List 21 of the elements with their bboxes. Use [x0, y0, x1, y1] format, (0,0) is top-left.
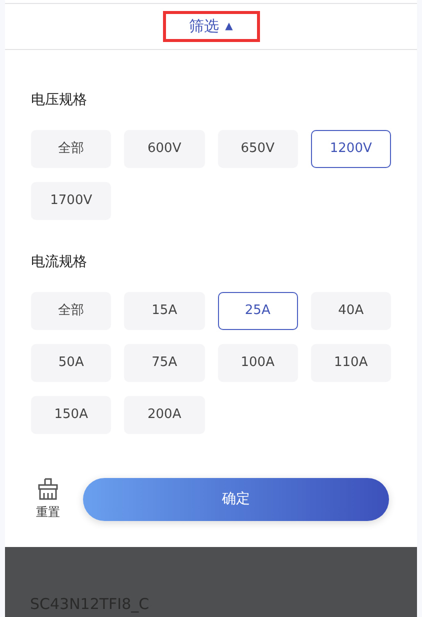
option-chip[interactable]: 25A: [218, 292, 298, 330]
option-chip[interactable]: 全部: [31, 130, 112, 168]
option-chip[interactable]: 150A: [31, 396, 112, 434]
option-chip[interactable]: 650V: [218, 130, 298, 168]
filter-toggle[interactable]: 筛选 ▲: [189, 15, 233, 38]
reset-button[interactable]: 重置: [33, 477, 63, 521]
section-title: 电压规格: [31, 91, 88, 110]
option-chip[interactable]: 15A: [124, 292, 204, 330]
option-chip[interactable]: 200A: [124, 396, 204, 434]
option-chip[interactable]: 75A: [124, 344, 204, 382]
option-chip[interactable]: 1700V: [31, 182, 112, 220]
option-chip[interactable]: 600V: [124, 130, 204, 168]
option-chip[interactable]: 全部: [31, 292, 112, 330]
option-chip[interactable]: 40A: [310, 292, 391, 330]
option-chip[interactable]: 1200V: [310, 130, 391, 168]
option-chip[interactable]: 110A: [310, 344, 391, 382]
option-chip[interactable]: 100A: [218, 344, 298, 382]
broom-icon: [36, 477, 60, 501]
option-chip[interactable]: 50A: [31, 344, 112, 382]
confirm-button[interactable]: 确定: [83, 478, 389, 520]
section-title: 电流规格: [31, 253, 88, 272]
